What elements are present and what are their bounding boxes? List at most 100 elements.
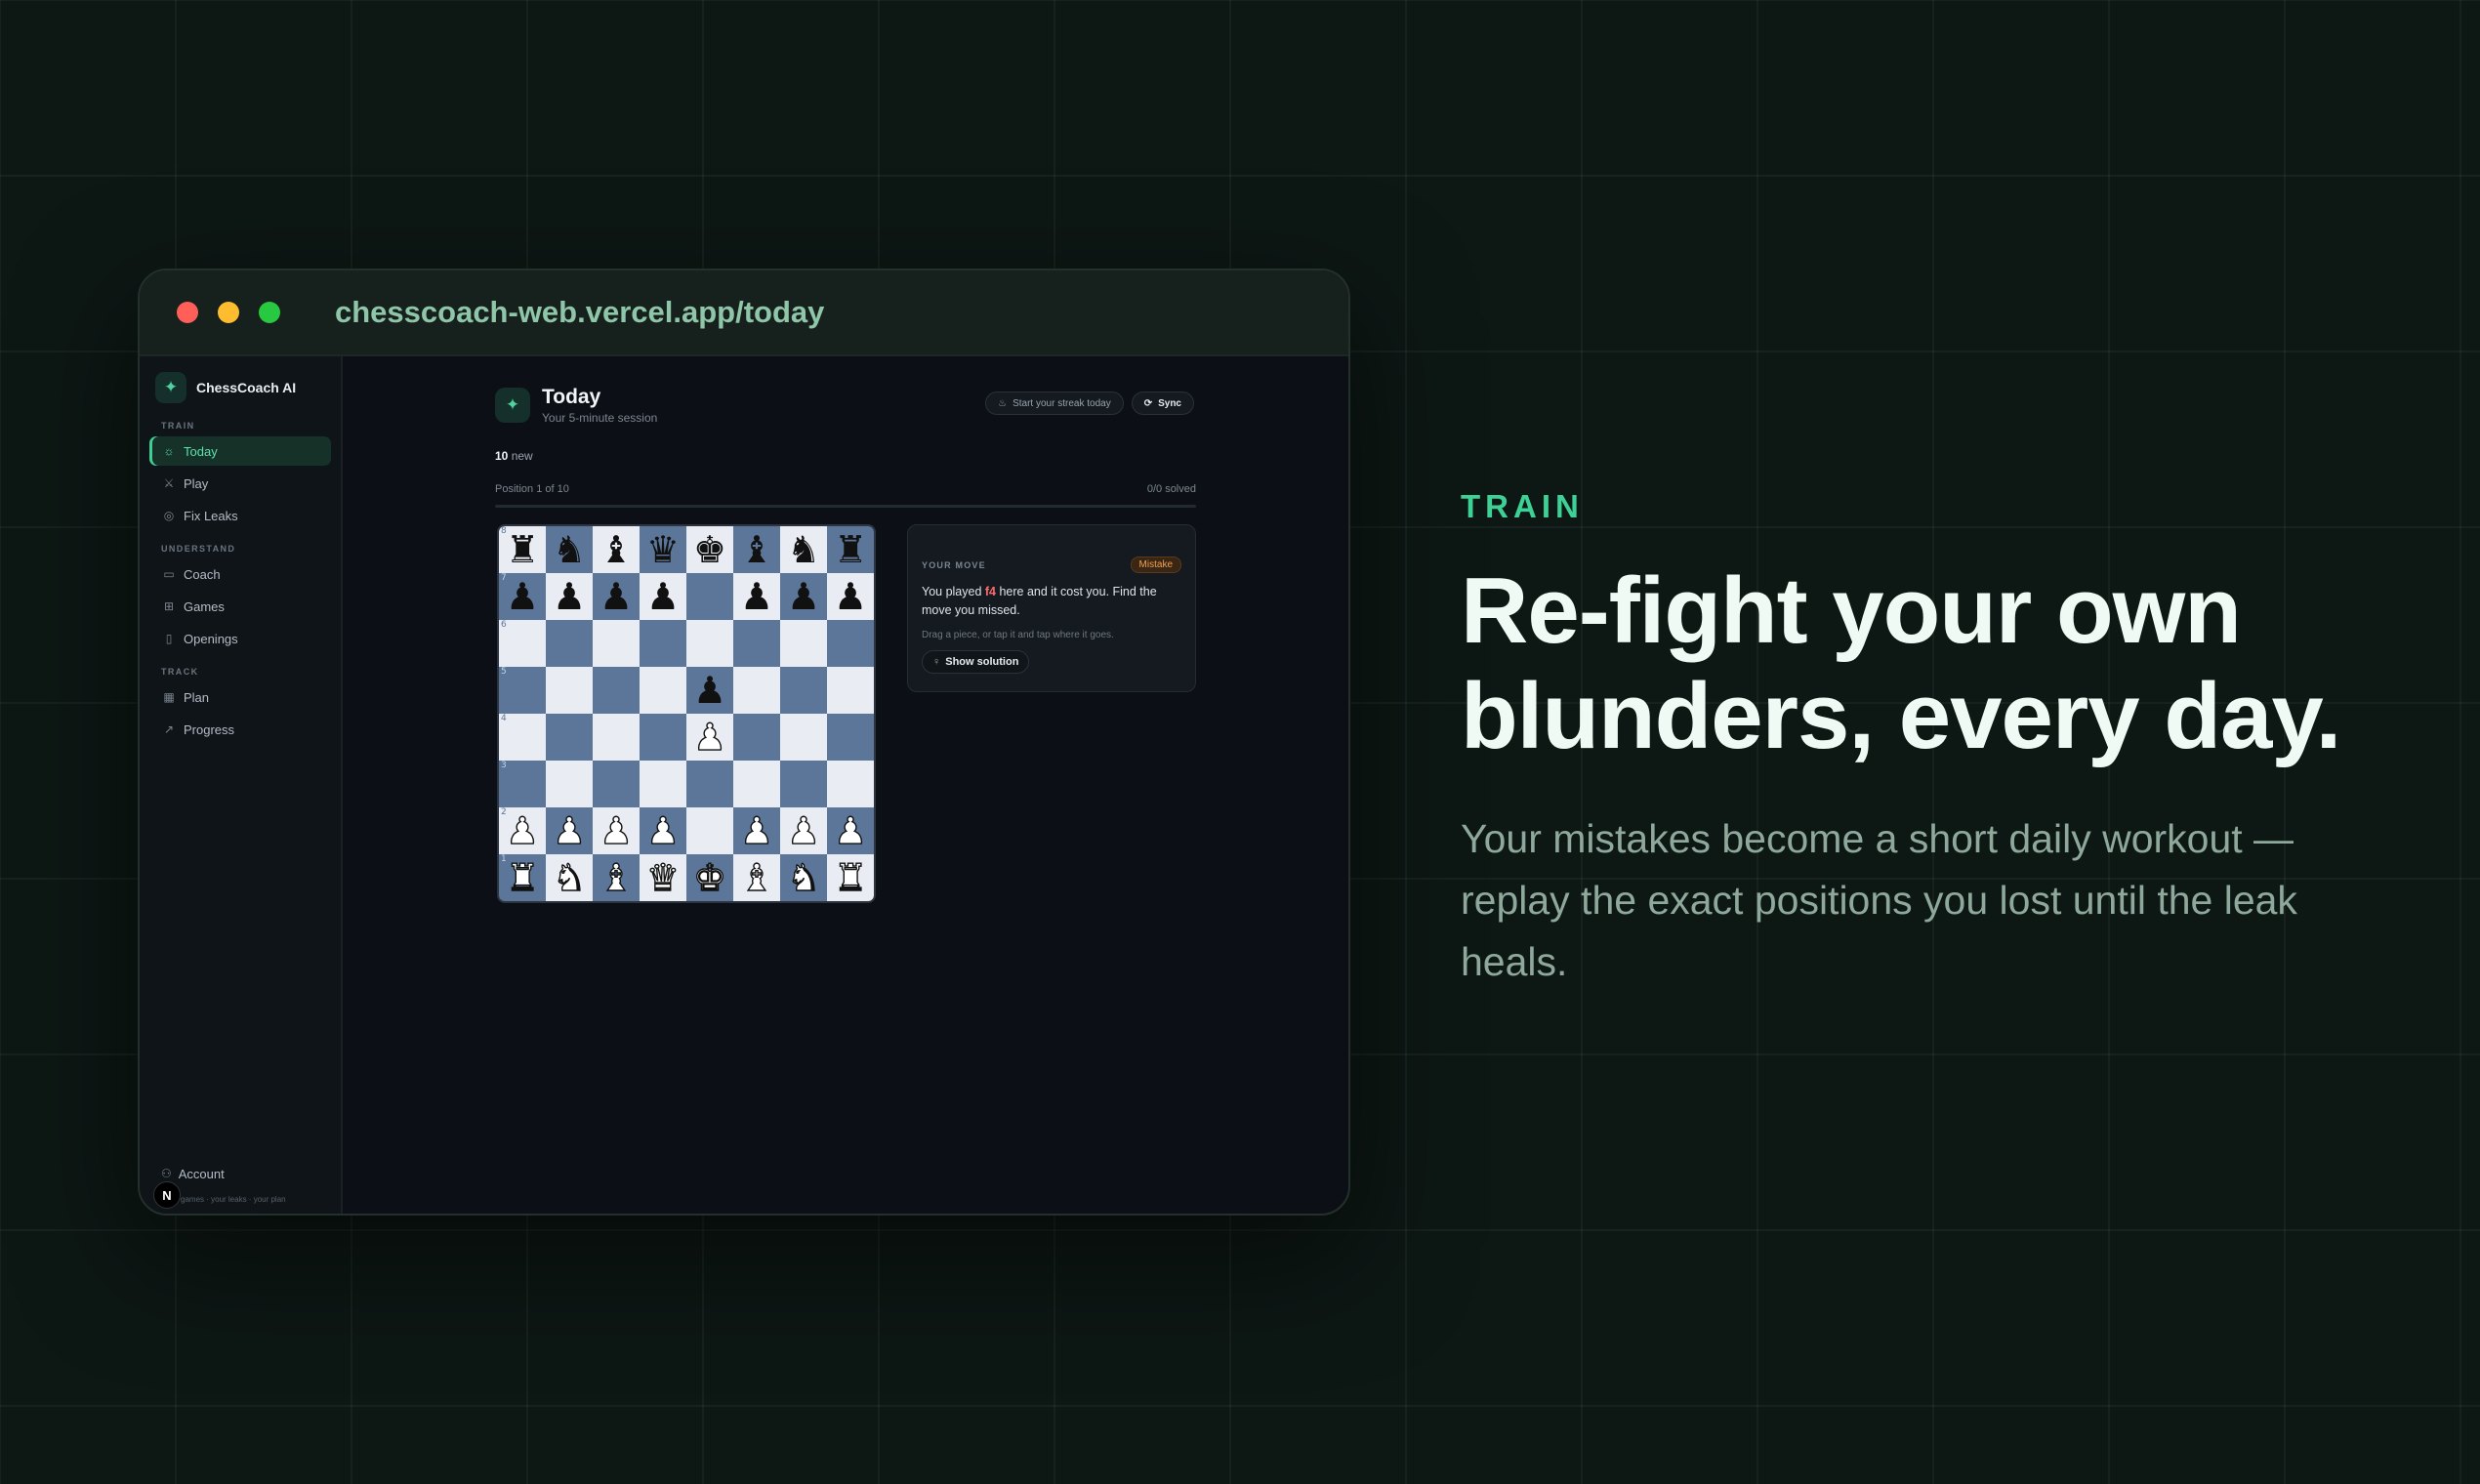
board-square[interactable] bbox=[593, 761, 640, 807]
black-pawn-icon[interactable]: ♟ bbox=[646, 578, 680, 615]
board-square[interactable] bbox=[827, 714, 874, 761]
white-pawn-icon[interactable]: ♟ bbox=[505, 811, 539, 849]
board-square[interactable]: ♚ bbox=[686, 854, 733, 901]
white-knight-icon[interactable]: ♞ bbox=[552, 858, 586, 896]
black-pawn-icon[interactable]: ♟ bbox=[506, 578, 539, 615]
board-square[interactable]: ♟ bbox=[827, 807, 874, 854]
address-bar-url[interactable]: chesscoach-web.vercel.app/today bbox=[335, 295, 824, 330]
board-square[interactable] bbox=[640, 714, 686, 761]
board-square[interactable] bbox=[593, 620, 640, 667]
black-king-icon[interactable]: ♚ bbox=[693, 531, 726, 568]
black-rook-icon[interactable]: ♜ bbox=[506, 531, 539, 568]
sidebar-item-today[interactable]: ☼ Today bbox=[149, 436, 331, 466]
sidebar-item-games[interactable]: ⊞ Games bbox=[149, 592, 331, 621]
board-square[interactable] bbox=[780, 620, 827, 667]
close-window-button[interactable] bbox=[177, 302, 198, 323]
sidebar-item-fix-leaks[interactable]: ◎ Fix Leaks bbox=[149, 501, 331, 530]
board-square[interactable] bbox=[733, 667, 780, 714]
board-square[interactable] bbox=[686, 807, 733, 854]
board-square[interactable]: ♟ bbox=[593, 573, 640, 620]
board-square[interactable] bbox=[780, 714, 827, 761]
board-square[interactable]: ♟ bbox=[593, 807, 640, 854]
white-pawn-icon[interactable]: ♟ bbox=[599, 811, 633, 849]
board-square[interactable] bbox=[780, 761, 827, 807]
start-streak-button[interactable]: ♨ Start your streak today bbox=[985, 392, 1124, 415]
board-square[interactable]: ♛ bbox=[640, 854, 686, 901]
white-rook-icon[interactable]: ♜ bbox=[833, 858, 867, 896]
board-square[interactable]: ♟ bbox=[780, 573, 827, 620]
black-knight-icon[interactable]: ♞ bbox=[553, 531, 586, 568]
white-pawn-icon[interactable]: ♟ bbox=[552, 811, 586, 849]
white-pawn-icon[interactable]: ♟ bbox=[692, 718, 726, 756]
board-square[interactable]: ♞ bbox=[780, 526, 827, 573]
chess-board[interactable]: 8 ♜ ♞ ♝ ♛ ♚ ♝ ♞ ♜ 7 ♟ ♟ ♟ ♟ ♟ ♟ ♟ 6 5 ♟ 4 ♟ 3 2 ♟ ♟ ♟ ♟ ♟ ♟ ♟ 1 ♜ ♞ ♝ ♛ ♚ ♝ ♞ ♜ bbox=[497, 524, 876, 903]
white-king-icon[interactable]: ♚ bbox=[692, 858, 726, 896]
board-square[interactable]: 6 bbox=[499, 620, 546, 667]
board-square[interactable]: ♟ bbox=[546, 807, 593, 854]
board-square[interactable]: ♝ bbox=[733, 854, 780, 901]
white-pawn-icon[interactable]: ♟ bbox=[739, 811, 773, 849]
board-square[interactable] bbox=[733, 761, 780, 807]
board-square[interactable]: ♛ bbox=[640, 526, 686, 573]
board-square[interactable] bbox=[640, 667, 686, 714]
board-square[interactable] bbox=[733, 620, 780, 667]
board-square[interactable] bbox=[827, 620, 874, 667]
white-bishop-icon[interactable]: ♝ bbox=[739, 858, 773, 896]
board-square[interactable] bbox=[686, 573, 733, 620]
brand[interactable]: ✦ ChessCoach AI bbox=[140, 370, 341, 405]
board-square[interactable]: 3 bbox=[499, 761, 546, 807]
black-pawn-icon[interactable]: ♟ bbox=[693, 672, 726, 709]
black-queen-icon[interactable]: ♛ bbox=[646, 531, 680, 568]
board-square[interactable] bbox=[686, 620, 733, 667]
show-solution-button[interactable]: ♀ Show solution bbox=[922, 650, 1030, 674]
white-queen-icon[interactable]: ♛ bbox=[645, 858, 680, 896]
board-square[interactable]: ♟ bbox=[733, 573, 780, 620]
board-square[interactable]: ♟ bbox=[546, 573, 593, 620]
black-rook-icon[interactable]: ♜ bbox=[834, 531, 867, 568]
black-bishop-icon[interactable]: ♝ bbox=[740, 531, 773, 568]
board-square[interactable]: 5 bbox=[499, 667, 546, 714]
board-square[interactable]: ♚ bbox=[686, 526, 733, 573]
board-square[interactable] bbox=[827, 761, 874, 807]
white-pawn-icon[interactable]: ♟ bbox=[833, 811, 867, 849]
board-square[interactable] bbox=[827, 667, 874, 714]
white-knight-icon[interactable]: ♞ bbox=[786, 858, 820, 896]
sidebar-item-openings[interactable]: ▯ Openings bbox=[149, 624, 331, 653]
board-square[interactable]: ♝ bbox=[593, 526, 640, 573]
board-square[interactable] bbox=[640, 761, 686, 807]
board-square[interactable]: ♟ bbox=[640, 573, 686, 620]
maximize-window-button[interactable] bbox=[259, 302, 280, 323]
black-pawn-icon[interactable]: ♟ bbox=[599, 578, 633, 615]
board-square[interactable]: ♜ bbox=[827, 854, 874, 901]
board-square[interactable] bbox=[546, 714, 593, 761]
board-square[interactable] bbox=[546, 761, 593, 807]
board-square[interactable] bbox=[546, 667, 593, 714]
board-square[interactable]: 4 bbox=[499, 714, 546, 761]
next-badge[interactable]: N bbox=[153, 1181, 181, 1209]
board-square[interactable]: 2 ♟ bbox=[499, 807, 546, 854]
black-knight-icon[interactable]: ♞ bbox=[787, 531, 820, 568]
board-square[interactable] bbox=[593, 667, 640, 714]
board-square[interactable]: ♟ bbox=[686, 667, 733, 714]
black-pawn-icon[interactable]: ♟ bbox=[834, 578, 867, 615]
board-square[interactable]: ♝ bbox=[593, 854, 640, 901]
white-pawn-icon[interactable]: ♟ bbox=[786, 811, 820, 849]
black-pawn-icon[interactable]: ♟ bbox=[553, 578, 586, 615]
black-pawn-icon[interactable]: ♟ bbox=[787, 578, 820, 615]
board-square[interactable]: ♟ bbox=[640, 807, 686, 854]
board-square[interactable]: 1 ♜ bbox=[499, 854, 546, 901]
black-bishop-icon[interactable]: ♝ bbox=[599, 531, 633, 568]
board-square[interactable]: ♝ bbox=[733, 526, 780, 573]
board-square[interactable]: ♞ bbox=[546, 854, 593, 901]
board-square[interactable]: 8 ♜ bbox=[499, 526, 546, 573]
black-pawn-icon[interactable]: ♟ bbox=[740, 578, 773, 615]
sidebar-item-plan[interactable]: ▦ Plan bbox=[149, 682, 331, 712]
board-square[interactable]: ♟ bbox=[686, 714, 733, 761]
board-square[interactable] bbox=[686, 761, 733, 807]
minimize-window-button[interactable] bbox=[218, 302, 239, 323]
board-square[interactable] bbox=[733, 714, 780, 761]
board-square[interactable] bbox=[546, 620, 593, 667]
sidebar-item-coach[interactable]: ▭ Coach bbox=[149, 559, 331, 589]
board-square[interactable] bbox=[640, 620, 686, 667]
board-square[interactable] bbox=[780, 667, 827, 714]
